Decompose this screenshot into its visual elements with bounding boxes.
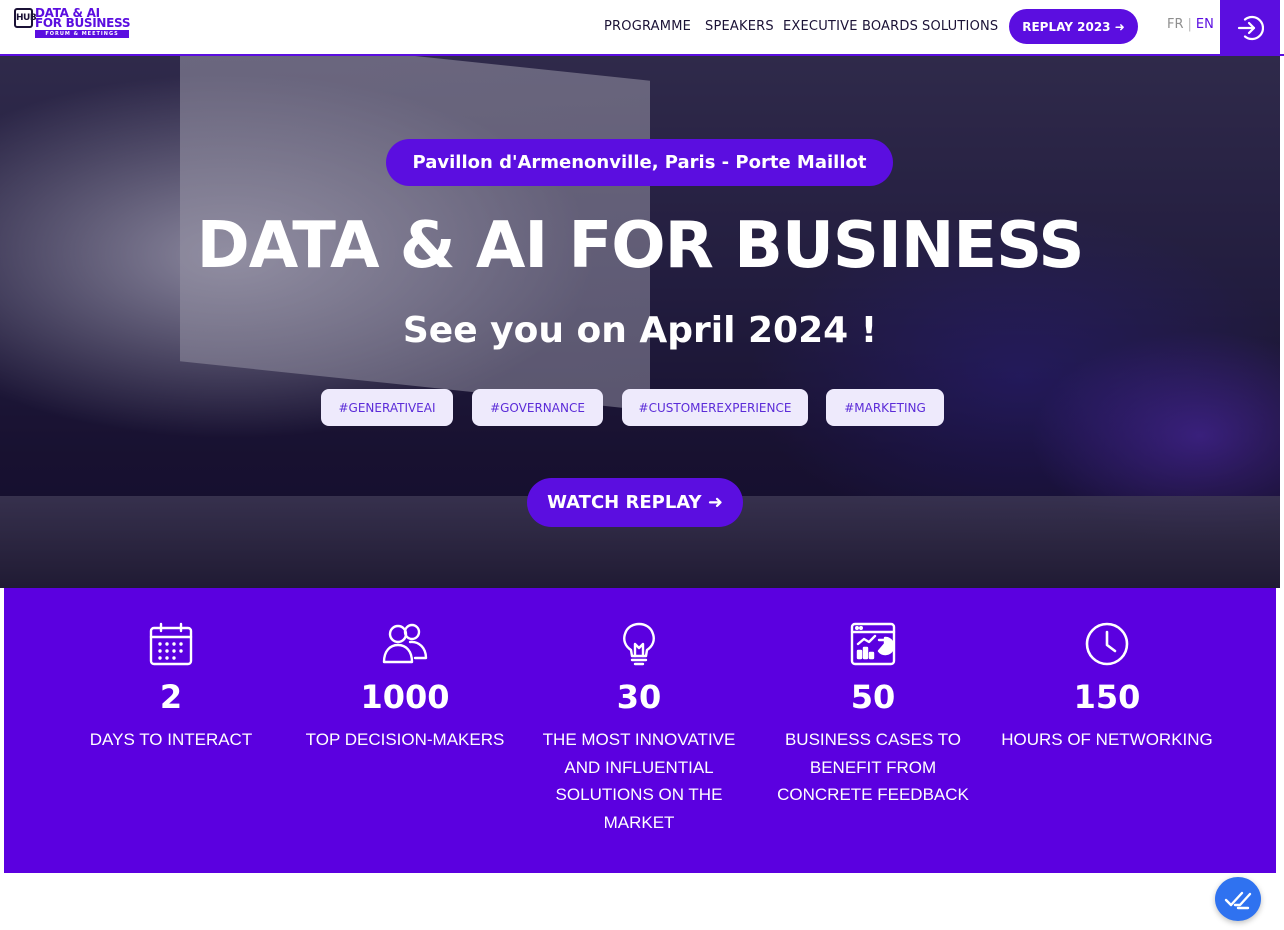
logo-hub-mark: HUB — [14, 8, 37, 28]
sign-in-icon — [1237, 15, 1264, 40]
stat-value: 50 — [850, 678, 896, 716]
language-switcher: FR | EN — [1167, 17, 1214, 32]
tag-generativeai[interactable]: #GENERATIVEAI — [321, 389, 453, 426]
lang-fr-link[interactable]: FR — [1167, 17, 1184, 32]
stat-label: THE MOST INNOVATIVE AND INFLUENTIAL SOLU… — [542, 730, 736, 832]
users-icon — [382, 623, 428, 664]
nav-programme[interactable]: PROGRAMME — [604, 0, 691, 52]
replay-2023-button[interactable]: REPLAY 2023 ➜ — [1009, 9, 1138, 44]
chat-checkmark-icon — [1224, 891, 1252, 910]
hero-title: DATA & AI FOR BUSINESS — [196, 209, 1085, 283]
hero-subtitle: See you on April 2024 ! — [402, 310, 878, 351]
nav-executive-boards[interactable]: EXECUTIVE BOARDS — [783, 0, 918, 52]
nav-speakers[interactable]: SPEAKERS — [705, 0, 774, 52]
login-button[interactable] — [1220, 0, 1280, 55]
lang-en-link[interactable]: EN — [1196, 17, 1214, 32]
stat-value: 1000 — [360, 678, 450, 716]
nav-solutions[interactable]: SOLUTIONS — [922, 0, 998, 52]
stat-value: 2 — [159, 678, 183, 716]
site-logo[interactable]: HUB DATA & AI FOR BUSINESS FORUM & MEETI… — [14, 6, 134, 42]
clock-icon — [1085, 622, 1129, 666]
stat-label: DAYS TO INTERACT — [89, 730, 253, 749]
dashboard-icon — [850, 622, 896, 666]
stats-section: 2 DAYS TO INTERACT 1000 TOP DECISION-MAK… — [4, 588, 1276, 873]
lang-separator: | — [1187, 17, 1192, 32]
stat-label: HOURS OF NETWORKING — [1001, 730, 1213, 749]
tag-marketing[interactable]: #MARKETING — [826, 389, 944, 426]
venue-badge: Pavillon d'Armenonville, Paris - Porte M… — [386, 139, 893, 186]
stat-label: TOP DECISION-MAKERS — [305, 730, 505, 749]
watch-replay-button[interactable]: WATCH REPLAY ➜ — [527, 478, 743, 527]
site-header: HUB DATA & AI FOR BUSINESS FORUM & MEETI… — [0, 0, 1284, 56]
tag-governance[interactable]: #GOVERNANCE — [472, 389, 603, 426]
lightbulb-icon — [623, 622, 655, 666]
calendar-icon — [149, 622, 193, 666]
logo-tagline: FORUM & MEETINGS — [35, 30, 129, 38]
stat-label: BUSINESS CASES TO BENEFIT FROM CONCRETE … — [777, 730, 969, 804]
chat-widget-button[interactable] — [1215, 877, 1261, 921]
stat-value: 150 — [1073, 678, 1141, 716]
hero-section: Pavillon d'Armenonville, Paris - Porte M… — [0, 56, 1280, 588]
tag-customerexperience[interactable]: #CUSTOMEREXPERIENCE — [622, 389, 808, 426]
logo-line-2: FOR BUSINESS — [35, 16, 131, 30]
stat-value: 30 — [616, 678, 662, 716]
